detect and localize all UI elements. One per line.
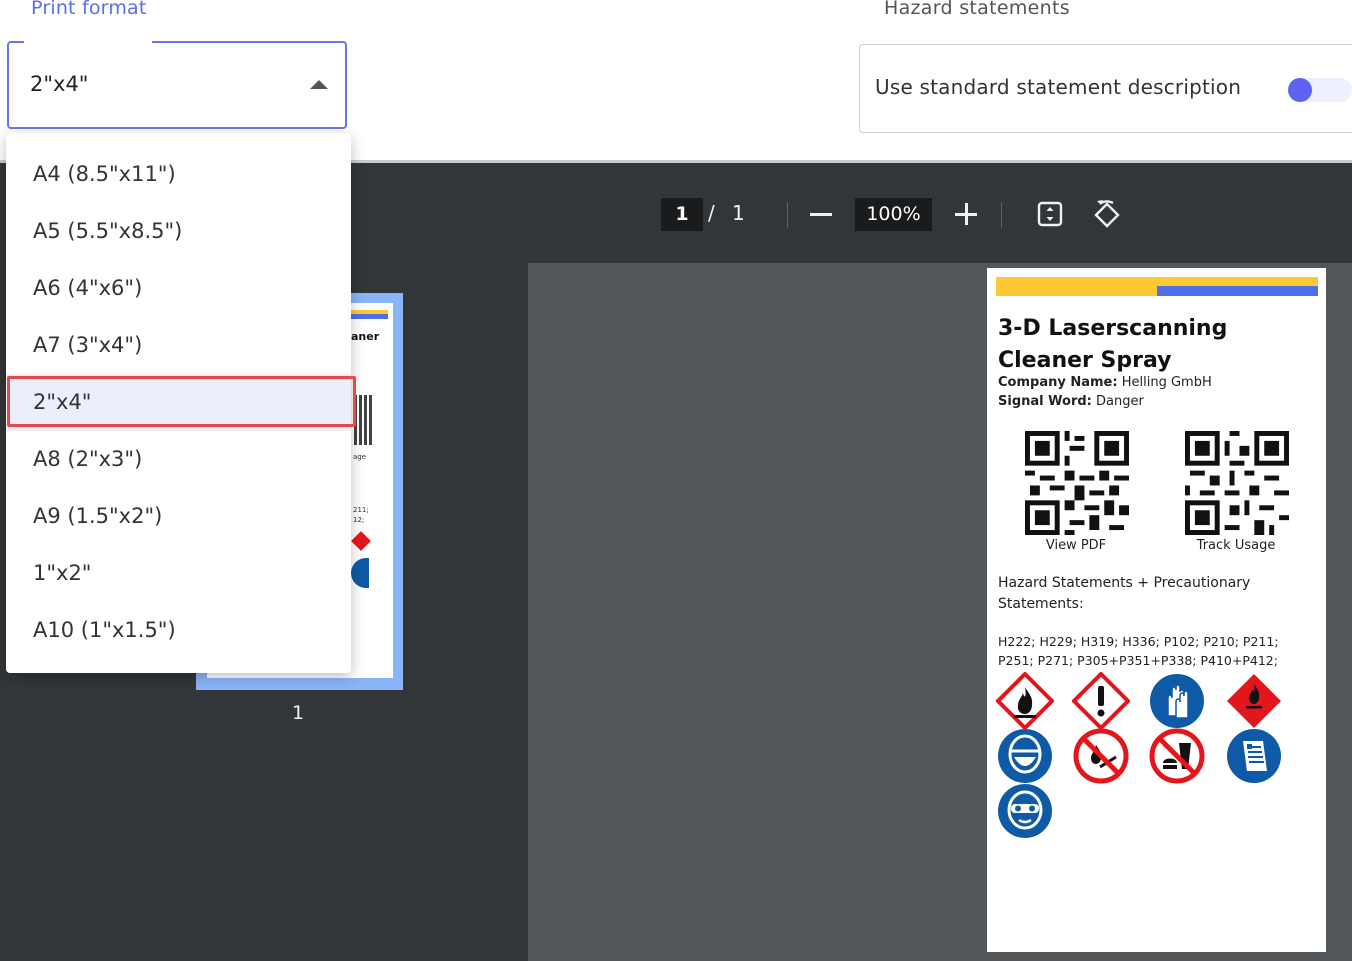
zoom-out-icon[interactable] <box>810 213 832 216</box>
rotate-icon[interactable] <box>1091 199 1123 231</box>
dropdown-option[interactable]: A7 (3"x4") <box>6 317 351 374</box>
signal-word: Signal Word: Danger <box>998 394 1144 409</box>
company-key: Company Name: <box>998 375 1118 390</box>
no-eating-drinking-pictogram-icon <box>1149 728 1205 784</box>
qr-caption-view-pdf: View PDF <box>1045 538 1107 553</box>
dropdown-option[interactable]: 1"x2" <box>6 545 351 602</box>
dropdown-option[interactable]: A9 (1.5"x2") <box>6 488 351 545</box>
company-name: Company Name: Helling GmbH <box>998 375 1212 390</box>
exclamation-pictogram-icon <box>1072 672 1130 730</box>
respirator-pictogram-icon <box>998 729 1052 783</box>
dropdown-option[interactable]: A5 (5.5"x8.5") <box>6 203 351 260</box>
flame-pictogram-icon <box>996 672 1054 730</box>
company-value: Helling GmbH <box>1121 375 1212 390</box>
toggle-knob[interactable] <box>1288 78 1312 102</box>
qr-code-view-pdf-icon[interactable] <box>1025 431 1129 535</box>
thumbnail-page-number: 1 <box>292 702 305 724</box>
current-page-input[interactable]: 1 <box>661 198 703 231</box>
standard-statement-toggle-label: Use standard statement description <box>875 75 1242 99</box>
no-open-flame-pictogram-icon <box>1073 728 1129 784</box>
thumb-codes-fragment: 211; <box>353 506 369 514</box>
toolbar-divider <box>1001 202 1002 228</box>
flammable-diamond-pictogram-icon <box>1227 674 1281 728</box>
zoom-in-icon-vertical[interactable] <box>965 203 968 225</box>
dropdown-option[interactable]: A8 (2"x3") <box>6 431 351 488</box>
qr-code-track-usage-icon[interactable] <box>1185 431 1289 535</box>
hazard-codes: H222; H229; H319; H336; P102; P210; P211… <box>998 634 1279 668</box>
toolbar-divider <box>787 202 788 228</box>
thumb-qr-icon <box>354 395 372 445</box>
signal-key: Signal Word: <box>998 394 1092 409</box>
read-manual-pictogram-icon <box>1227 729 1281 783</box>
label-notch <box>24 36 152 46</box>
product-title: 3-D Laserscanning Cleaner Spray <box>998 316 1228 373</box>
qr-caption-track-usage: Track Usage <box>1196 538 1276 553</box>
page-separator: / <box>708 201 715 225</box>
fit-page-icon[interactable] <box>1037 201 1063 227</box>
hazard-statements-label: Hazard statements <box>884 0 1070 19</box>
thumb-usage-fragment: age <box>353 453 367 461</box>
dropdown-option[interactable]: A6 (4"x6") <box>6 260 351 317</box>
print-format-value[interactable]: 2"x4" <box>30 72 88 96</box>
signal-value: Danger <box>1096 394 1144 409</box>
hazard-heading: Hazard Statements + Precautionary Statem… <box>998 575 1251 612</box>
thumb-codes-fragment-2: 12; <box>353 516 365 524</box>
total-pages: 1 <box>732 201 745 225</box>
print-format-label: Print format <box>31 0 147 19</box>
safety-goggles-pictogram-icon <box>998 784 1052 838</box>
caret-up-icon[interactable] <box>310 80 328 89</box>
dropdown-option[interactable]: A4 (8.5"x11") <box>6 146 351 203</box>
dropdown-option[interactable]: A10 (1"x1.5") <box>6 602 351 659</box>
thumb-title-fragment: aner <box>351 330 380 343</box>
gloves-pictogram-icon <box>1150 674 1204 728</box>
selected-option-highlight <box>7 376 356 427</box>
label-blue-bar <box>1157 286 1318 296</box>
zoom-input[interactable]: 100% <box>855 198 932 231</box>
